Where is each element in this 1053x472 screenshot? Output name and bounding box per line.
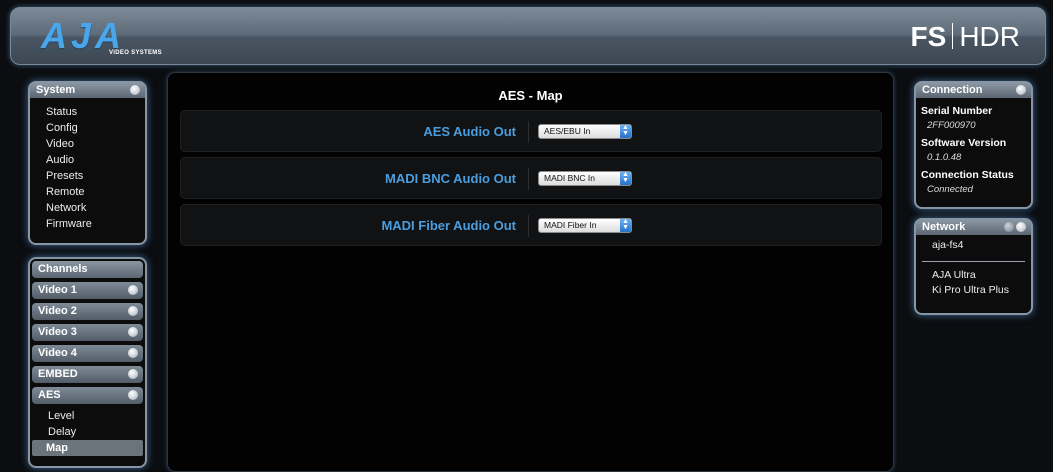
channel-label: Video 1 <box>38 284 77 296</box>
connection-panel-header[interactable]: Connection <box>916 83 1031 98</box>
nav-item-config[interactable]: Config <box>30 120 145 136</box>
network-current-device[interactable]: aja-fs4 <box>916 238 1031 253</box>
nav-item-presets[interactable]: Presets <box>30 168 145 184</box>
system-panel-header[interactable]: System <box>30 83 145 98</box>
network-body: aja-fs4 AJA Ultra Ki Pro Ultra Plus <box>916 235 1031 298</box>
connection-status-value: Connected <box>927 184 973 195</box>
channel-video-1[interactable]: Video 1 <box>32 282 143 299</box>
product-name: FS HDR <box>911 22 1020 52</box>
setting-label: MADI Fiber Audio Out <box>381 218 516 233</box>
product-fs: FS <box>910 21 947 52</box>
network-panel-title: Network <box>922 221 966 233</box>
nav-item-network[interactable]: Network <box>30 200 145 216</box>
updown-arrow-icon[interactable]: ▲ ▼ <box>620 218 631 232</box>
network-panel: Network aja-fs4 AJA Ultra Ki Pro Ultra P… <box>914 218 1033 315</box>
select-value: AES/EBU In <box>544 126 591 136</box>
app-header: AJA VIDEO SYSTEMS FS HDR <box>10 7 1046 65</box>
expand-icon[interactable] <box>128 348 138 358</box>
setting-label: MADI BNC Audio Out <box>385 171 516 186</box>
aes-audio-out-select[interactable]: AES/EBU In ▲ ▼ <box>538 124 632 139</box>
system-nav-list: Status Config Video Audio Presets Remote… <box>30 98 145 232</box>
nav-item-remote[interactable]: Remote <box>30 184 145 200</box>
aja-logo: AJA <box>41 15 126 56</box>
select-value: MADI Fiber In <box>544 220 597 230</box>
setting-row-aes: AES Audio Out AES/EBU In ▲ ▼ <box>180 110 882 152</box>
serial-number-value: 2FF000970 <box>927 120 976 131</box>
channel-video-4[interactable]: Video 4 <box>32 345 143 362</box>
connection-panel: Connection Serial Number 2FF000970 Softw… <box>914 81 1033 209</box>
system-panel: System Status Config Video Audio Presets… <box>28 81 147 245</box>
channel-video-3[interactable]: Video 3 <box>32 324 143 341</box>
nav-item-firmware[interactable]: Firmware <box>30 216 145 232</box>
nav-item-status[interactable]: Status <box>30 104 145 120</box>
madi-fiber-audio-out-select[interactable]: MADI Fiber In ▲ ▼ <box>538 218 632 233</box>
expand-icon[interactable] <box>128 327 138 337</box>
connection-body: Serial Number 2FF000970 Software Version… <box>916 98 1031 197</box>
aes-sub-map[interactable]: Map <box>32 440 143 456</box>
row-divider <box>528 168 529 190</box>
updown-arrow-icon[interactable]: ▲ ▼ <box>620 124 631 138</box>
network-device-item[interactable]: AJA Ultra <box>916 268 1031 283</box>
setting-row-madi-fiber: MADI Fiber Audio Out MADI Fiber In ▲ ▼ <box>180 204 882 246</box>
channel-label: Video 4 <box>38 347 77 359</box>
software-version-label: Software Version <box>921 137 1007 149</box>
expand-icon[interactable] <box>128 369 138 379</box>
channels-header: Channels <box>32 261 143 278</box>
connection-panel-title: Connection <box>922 84 983 96</box>
updown-arrow-icon[interactable]: ▲ ▼ <box>620 171 631 185</box>
connection-status-label: Connection Status <box>921 169 1014 181</box>
channel-video-2[interactable]: Video 2 <box>32 303 143 320</box>
nav-item-audio[interactable]: Audio <box>30 152 145 168</box>
setting-row-madi-bnc: MADI BNC Audio Out MADI BNC In ▲ ▼ <box>180 157 882 199</box>
software-version-value: 0.1.0.48 <box>927 152 962 163</box>
aes-sub-level[interactable]: Level <box>32 408 143 424</box>
product-separator <box>952 23 954 49</box>
expand-icon[interactable] <box>128 306 138 316</box>
aja-logo-subtext: VIDEO SYSTEMS <box>109 50 162 56</box>
refresh-icon[interactable] <box>1004 222 1014 232</box>
channel-embed[interactable]: EMBED <box>32 366 143 383</box>
channel-label: Video 2 <box>38 305 77 317</box>
aes-sub-list: Level Delay Map <box>30 408 145 456</box>
channel-label: Video 3 <box>38 326 77 338</box>
channel-label: AES <box>38 389 61 401</box>
channels-panel: Channels Video 1 Video 2 Video 3 Video 4… <box>28 257 147 468</box>
network-panel-header[interactable]: Network <box>916 220 1031 235</box>
serial-number-label: Serial Number <box>921 105 993 117</box>
row-divider <box>528 121 529 143</box>
system-panel-title: System <box>36 84 76 96</box>
collapse-icon[interactable] <box>128 390 138 400</box>
madi-bnc-audio-out-select[interactable]: MADI BNC In ▲ ▼ <box>538 171 632 186</box>
expand-icon[interactable] <box>128 285 138 295</box>
channel-label: EMBED <box>38 368 78 380</box>
row-divider <box>528 215 529 237</box>
network-collapse-icon[interactable] <box>1016 222 1026 232</box>
system-collapse-icon[interactable] <box>130 85 140 95</box>
aes-sub-delay[interactable]: Delay <box>32 424 143 440</box>
main-content: AES - Map AES Audio Out AES/EBU In ▲ ▼ MA… <box>167 72 894 472</box>
channel-aes[interactable]: AES <box>32 387 143 404</box>
connection-collapse-icon[interactable] <box>1016 85 1026 95</box>
product-hdr: HDR <box>959 21 1020 52</box>
select-value: MADI BNC In <box>544 173 596 183</box>
network-device-item[interactable]: Ki Pro Ultra Plus <box>916 283 1031 298</box>
page-title: AES - Map <box>498 88 563 103</box>
network-divider <box>922 261 1025 262</box>
setting-label: AES Audio Out <box>423 124 516 139</box>
nav-item-video[interactable]: Video <box>30 136 145 152</box>
